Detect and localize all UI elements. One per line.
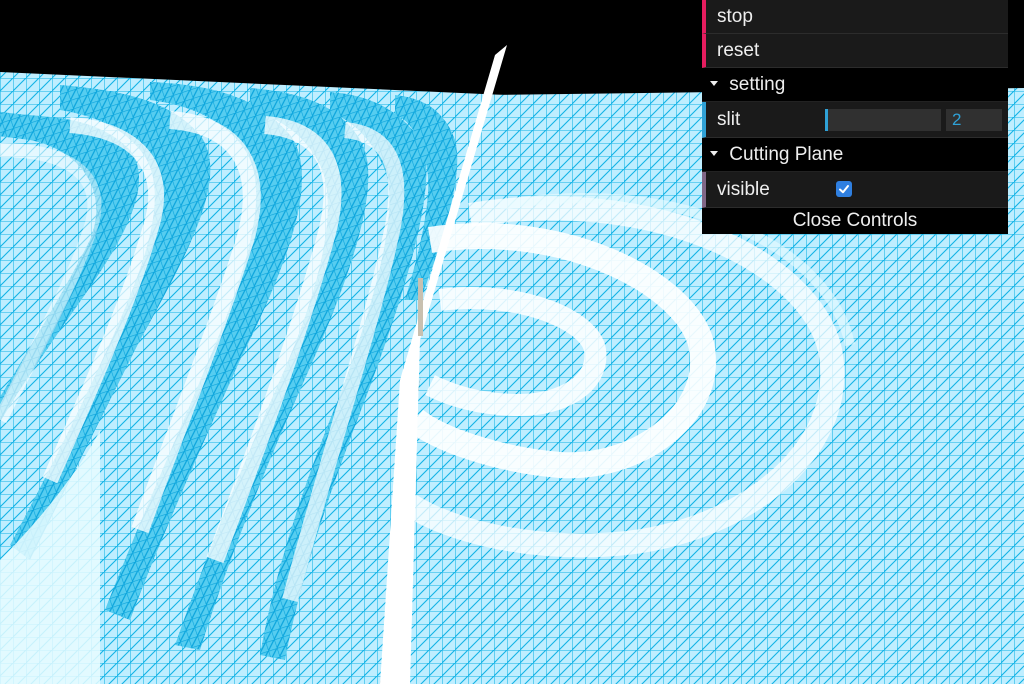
reset-label: reset [717,40,760,61]
slit-value-input[interactable] [946,109,1002,131]
caret-down-icon [710,80,718,86]
slit-slider-fill [825,109,828,131]
reset-button[interactable]: reset [702,34,1008,68]
close-controls-button[interactable]: Close Controls [702,208,1008,234]
check-icon [839,185,849,194]
stop-button[interactable]: stop [702,0,1008,34]
visible-control: visible [702,172,1008,208]
slit-post [418,278,423,336]
stop-label: stop [717,6,753,27]
slit-label: slit [717,109,741,130]
visible-checkbox[interactable] [836,181,852,197]
setting-folder-toggle[interactable]: setting [702,68,1008,102]
controls-panel: stop reset setting slit Cutting Plane vi… [702,0,1008,234]
cutting-plane-folder-toggle[interactable]: Cutting Plane [702,138,1008,172]
slit-slider[interactable] [825,109,941,131]
caret-down-icon [710,150,718,156]
cutting-plane-folder-label: Cutting Plane [729,144,844,165]
setting-folder-label: setting [729,74,786,95]
slit-control: slit [702,102,1008,138]
visible-label: visible [717,179,770,200]
